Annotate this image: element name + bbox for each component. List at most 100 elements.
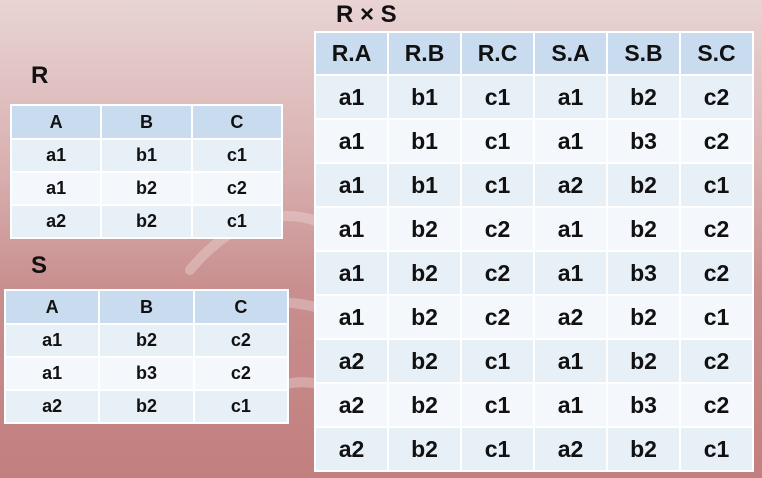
table-cell: c2	[190, 171, 284, 206]
table-cell: a1	[314, 206, 389, 252]
table-cell: b2	[606, 162, 681, 208]
table-row: a2 b2 c1	[3, 389, 290, 424]
table-row: a1 b2 c2 a1 b3 c2	[314, 250, 754, 296]
column-header: S.B	[606, 31, 681, 76]
column-header: C	[192, 289, 290, 325]
table-cell: c2	[460, 294, 535, 340]
table-cell: a1	[314, 74, 389, 120]
relation-s-title: S	[31, 252, 48, 279]
column-header: S.C	[679, 31, 754, 76]
table-cell: c2	[460, 250, 535, 296]
table-cell: b2	[98, 389, 195, 424]
table-row: a1 b2 c2 a1 b2 c2	[314, 206, 754, 252]
table-cell: b3	[606, 250, 681, 296]
table-cell: b2	[387, 426, 462, 472]
table-cell: c1	[460, 426, 535, 472]
table-cell: c1	[460, 382, 535, 428]
table-cell: b2	[100, 171, 193, 206]
table-cell: a2	[533, 426, 608, 472]
table-cell: a1	[314, 162, 389, 208]
table-cell: c2	[679, 118, 754, 164]
table-cell: a1	[314, 250, 389, 296]
table-row: a2 b2 c1 a2 b2 c1	[314, 426, 754, 472]
table-cell: a1	[314, 118, 389, 164]
column-header: S.A	[533, 31, 608, 76]
table-cell: b2	[387, 294, 462, 340]
column-header: R.A	[314, 31, 389, 76]
relation-s-table: A B C a1 b2 c2 a1 b3 c2 a2 b2 c1	[3, 289, 290, 424]
table-cell: a2	[9, 204, 103, 239]
table-cell: b3	[606, 118, 681, 164]
table-cell: a1	[533, 206, 608, 252]
table-cell: b1	[387, 74, 462, 120]
table-row: a2 b2 c1 a1 b2 c2	[314, 338, 754, 384]
column-header: B	[98, 289, 195, 325]
table-cell: c1	[679, 426, 754, 472]
table-cell: a1	[533, 118, 608, 164]
table-cell: b1	[100, 138, 193, 173]
column-header: R.B	[387, 31, 462, 76]
table-cell: a1	[9, 138, 103, 173]
table-cell: a2	[533, 294, 608, 340]
table-cell: c2	[460, 206, 535, 252]
table-cell: c1	[460, 338, 535, 384]
table-cell: a1	[9, 171, 103, 206]
column-header: R.C	[460, 31, 535, 76]
table-cell: a1	[533, 250, 608, 296]
table-cell: b1	[387, 118, 462, 164]
table-cell: c2	[679, 250, 754, 296]
table-cell: c1	[679, 294, 754, 340]
table-cell: c1	[679, 162, 754, 208]
table-cell: a1	[3, 356, 101, 391]
relation-r-title: R	[31, 62, 49, 89]
table-cell: a1	[314, 294, 389, 340]
column-header: A	[9, 104, 103, 140]
table-cell: c1	[190, 138, 284, 173]
column-header: A	[3, 289, 101, 325]
table-cell: b2	[387, 250, 462, 296]
relation-r-table: A B C a1 b1 c1 a1 b2 c2 a2 b2 c1	[9, 104, 284, 239]
cartesian-product-title: R × S	[336, 1, 397, 28]
table-cell: c2	[679, 206, 754, 252]
table-cell: c1	[190, 204, 284, 239]
table-cell: b2	[606, 426, 681, 472]
table-cell: b2	[387, 206, 462, 252]
table-row: a1 b1 c1 a2 b2 c1	[314, 162, 754, 208]
table-cell: b2	[606, 338, 681, 384]
table-cell: b2	[606, 206, 681, 252]
table-cell: c1	[460, 162, 535, 208]
table-cell: b2	[387, 338, 462, 384]
table-cell: b2	[98, 323, 195, 358]
table-cell: c2	[192, 323, 290, 358]
table-cell: a2	[314, 338, 389, 384]
table-cell: b2	[100, 204, 193, 239]
table-cell: a2	[314, 426, 389, 472]
column-header: B	[100, 104, 193, 140]
table-cell: a2	[533, 162, 608, 208]
table-cell: a1	[533, 338, 608, 384]
table-row: a1 b2 c2	[3, 323, 290, 358]
table-cell: c1	[460, 74, 535, 120]
table-cell: b3	[98, 356, 195, 391]
table-cell: a2	[3, 389, 101, 424]
table-cell: b2	[606, 74, 681, 120]
table-cell: c1	[460, 118, 535, 164]
table-row: a2 b2 c1 a1 b3 c2	[314, 382, 754, 428]
table-row: a1 b3 c2	[3, 356, 290, 391]
table-row: a1 b1 c1 a1 b3 c2	[314, 118, 754, 164]
table-cell: b1	[387, 162, 462, 208]
table-row: a1 b1 c1	[9, 138, 284, 173]
table-cell: b2	[387, 382, 462, 428]
table-cell: c1	[192, 389, 290, 424]
table-cell: c2	[679, 338, 754, 384]
table-row: a2 b2 c1	[9, 204, 284, 239]
table-row: a1 b2 c2	[9, 171, 284, 206]
table-cell: b2	[606, 294, 681, 340]
table-cell: c2	[679, 74, 754, 120]
cartesian-product-table: R.A R.B R.C S.A S.B S.C a1 b1 c1 a1 b2 c2 a1 b…	[314, 31, 754, 472]
table-cell: c2	[192, 356, 290, 391]
table-row: a1 b1 c1 a1 b2 c2	[314, 74, 754, 120]
column-header: C	[190, 104, 284, 140]
table-cell: a1	[533, 382, 608, 428]
table-cell: a1	[3, 323, 101, 358]
